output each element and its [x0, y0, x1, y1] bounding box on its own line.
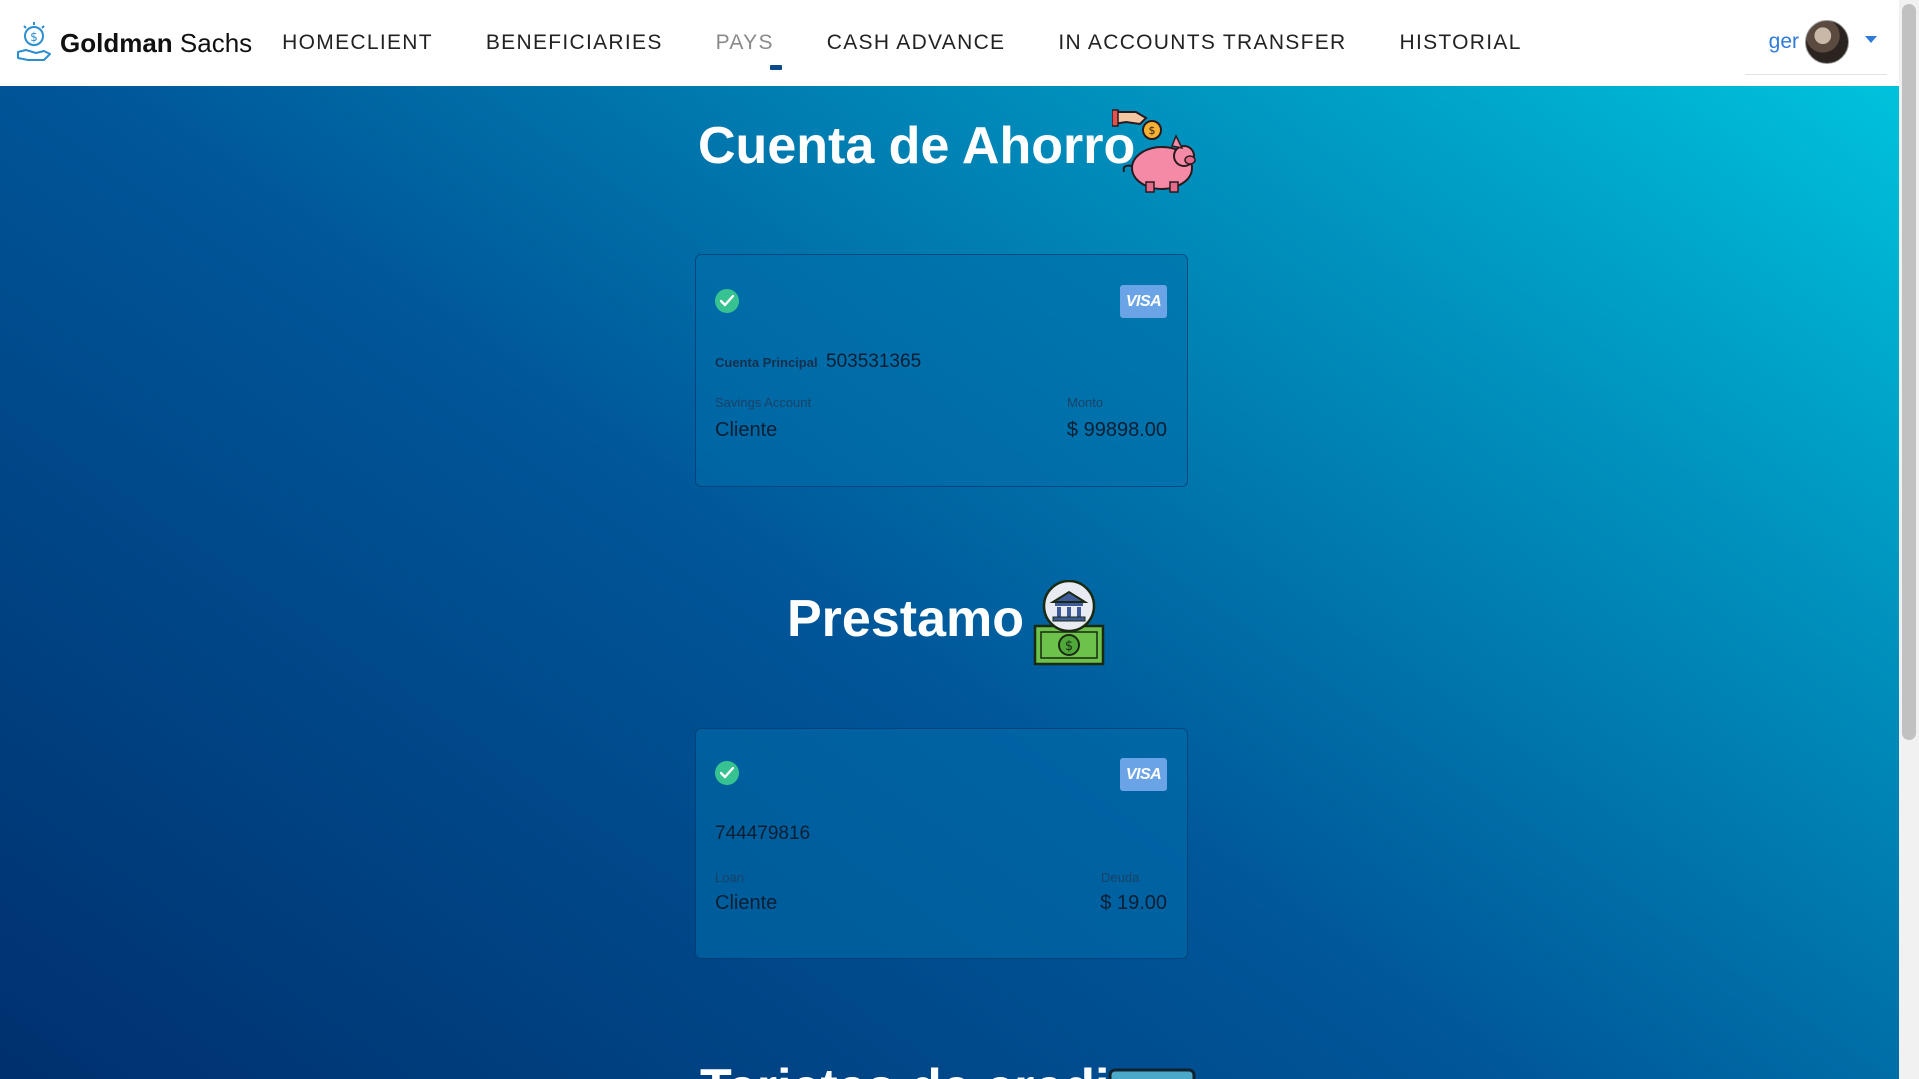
brand-name-bold: Goldman	[60, 27, 173, 58]
amount-label: Monto	[1067, 395, 1104, 410]
bank-money-icon: $	[1033, 580, 1105, 666]
account-number-row: Cuenta Principal 503531365	[715, 351, 921, 373]
visa-logo: VISA	[1120, 758, 1167, 791]
account-type-value: Cliente	[715, 419, 778, 441]
account-type-value: Cliente	[715, 892, 778, 914]
user-menu[interactable]: ger	[1769, 20, 1877, 64]
user-menu-divider	[1745, 74, 1887, 75]
piggy-bank-icon: $	[1112, 109, 1196, 193]
account-number: 503531365	[826, 351, 922, 372]
loan-title: Prestamo	[787, 590, 1024, 648]
account-type-label: Savings Account	[715, 395, 812, 410]
visa-logo: VISA	[1120, 285, 1167, 318]
loan-account-card[interactable]: VISA 744479816 Loan Cliente Deuda $ 19.0…	[695, 728, 1188, 959]
brand-name: Goldman Sachs	[60, 28, 252, 59]
credit-card-icon	[1108, 1068, 1196, 1079]
debt-label: Deuda	[1101, 870, 1140, 885]
nav-item-beneficiaries[interactable]: BENEFICIARIES	[486, 31, 663, 55]
nav-item-cash-advance[interactable]: CASH ADVANCE	[827, 31, 1006, 55]
account-number-row: 744479816	[715, 823, 810, 845]
check-circle-icon	[715, 761, 739, 785]
brand-name-rest: Sachs	[179, 27, 253, 58]
svg-text:$: $	[1065, 639, 1073, 654]
svg-text:$: $	[30, 30, 38, 44]
main-content: Cuenta de Ahorro $ VISA Cuenta Principal…	[0, 86, 1899, 1079]
account-type-label: Loan	[715, 870, 744, 885]
brand[interactable]: $ Goldman Sachs	[14, 0, 252, 86]
nav-item-homeclient[interactable]: HOMECLIENT	[282, 31, 433, 55]
page-scrollbar[interactable]	[1899, 0, 1919, 1079]
nav-item-pays-label: PAYS	[715, 31, 774, 54]
svg-text:$: $	[1149, 124, 1156, 137]
caret-down-icon[interactable]	[1865, 35, 1877, 43]
savings-title: Cuenta de Ahorro	[698, 117, 1136, 175]
active-tab-indicator	[769, 65, 782, 70]
check-circle-icon	[715, 289, 739, 313]
nav-item-in-accounts-transfer[interactable]: IN ACCOUNTS TRANSFER	[1058, 31, 1346, 55]
nav-item-pays[interactable]: PAYS	[715, 31, 782, 70]
user-name: ger	[1768, 30, 1799, 53]
scrollbar-thumb[interactable]	[1902, 4, 1916, 740]
account-label: Cuenta Principal	[715, 355, 818, 370]
credit-cards-title: Tarjetas de credito	[700, 1058, 1159, 1079]
user-avatar-icon[interactable]	[1805, 20, 1849, 64]
top-navbar: $ Goldman Sachs HOMECLIENT BENEFICIARIES…	[0, 0, 1899, 86]
amount-value: $ 99898.00	[1066, 419, 1167, 441]
account-number: 744479816	[715, 823, 811, 844]
debt-value: $ 19.00	[1100, 892, 1167, 914]
money-hand-icon: $	[17, 22, 51, 61]
savings-account-card[interactable]: VISA Cuenta Principal 503531365 Savings …	[695, 254, 1188, 487]
nav-menu: HOMECLIENT BENEFICIARIES PAYS CASH ADVAN…	[282, 0, 1575, 86]
nav-item-historial[interactable]: HISTORIAL	[1400, 31, 1522, 55]
